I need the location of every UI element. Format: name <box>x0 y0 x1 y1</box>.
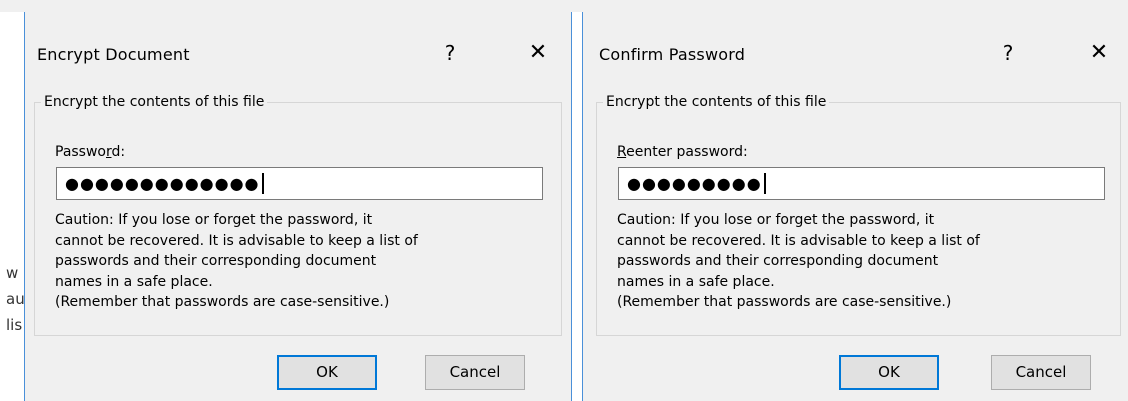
help-button[interactable]: ? <box>990 36 1026 70</box>
background-doc-fragment: w <box>6 264 19 282</box>
help-button[interactable]: ? <box>432 36 468 70</box>
top-strip <box>0 0 1128 12</box>
password-input[interactable]: ●●●●●●●●●●●●● <box>56 167 543 200</box>
cancel-button[interactable]: Cancel <box>991 355 1091 390</box>
close-icon[interactable]: ✕ <box>518 36 558 70</box>
caution-text: Caution: If you lose or forget the passw… <box>617 212 980 310</box>
encrypt-groupbox: Encrypt the contents of this file Reente… <box>596 92 1121 336</box>
confirm-password-dialog: Confirm Password ? ✕ Encrypt the content… <box>582 12 1128 401</box>
ok-button[interactable]: OK <box>839 355 939 390</box>
dialog-title: Encrypt Document <box>37 45 190 64</box>
caution-text: Caution: If you lose or forget the passw… <box>55 212 418 310</box>
encrypt-groupbox: Encrypt the contents of this file Passwo… <box>34 92 562 336</box>
group-title: Encrypt the contents of this file <box>41 92 268 112</box>
group-title: Encrypt the contents of this file <box>603 92 830 112</box>
background-doc-fragment: lis <box>6 316 23 334</box>
close-icon[interactable]: ✕ <box>1079 36 1119 70</box>
reenter-password-input[interactable]: ●●●●●●●●● <box>618 167 1105 200</box>
screenshot-stage: w au lis Encrypt Document ? ✕ Encrypt th… <box>0 0 1128 401</box>
encrypt-document-dialog: Encrypt Document ? ✕ Encrypt the content… <box>24 12 572 401</box>
text-caret <box>261 173 264 194</box>
reenter-password-label: Reenter password: <box>617 144 748 160</box>
dialog-title: Confirm Password <box>599 45 746 64</box>
password-label: Password: <box>55 144 126 160</box>
cancel-button[interactable]: Cancel <box>425 355 525 390</box>
ok-button[interactable]: OK <box>277 355 377 390</box>
background-doc-fragment: au <box>6 290 25 308</box>
text-caret <box>763 173 766 194</box>
